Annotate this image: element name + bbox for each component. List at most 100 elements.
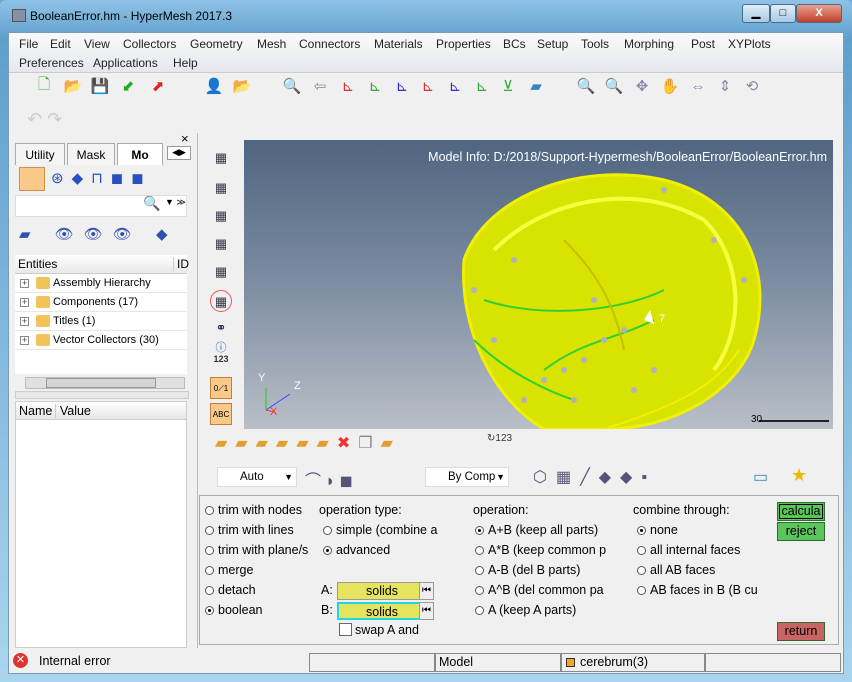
binoculars-icon[interactable]: ⚭: [210, 317, 232, 339]
menu-morphing[interactable]: Morphing: [624, 37, 674, 51]
element-color-mode-select[interactable]: By Comp ▼: [425, 467, 509, 487]
radio-combine-0[interactable]: none: [637, 523, 678, 537]
radio-button-icon[interactable]: [323, 526, 332, 535]
menu-connectors[interactable]: Connectors: [299, 37, 360, 51]
undo-redo-icons[interactable]: ↶ ↷: [27, 109, 62, 130]
mask-elements-icon[interactable]: ▦: [210, 177, 232, 199]
entity-a-reset-icon[interactable]: ⏮: [419, 582, 434, 600]
zoom-fit-icon[interactable]: 🔍: [281, 75, 303, 97]
minimize-button[interactable]: ▁: [742, 4, 770, 23]
swap-a-b-checkbox[interactable]: swap A and: [339, 623, 419, 637]
measure-icon[interactable]: 0⟋1: [210, 377, 232, 399]
radio-button-icon[interactable]: [475, 546, 484, 555]
folder-results-icon[interactable]: 📂: [231, 75, 253, 97]
radio-button-icon[interactable]: [205, 586, 214, 595]
geometry-display-mode-select[interactable]: Auto ▼: [217, 467, 297, 487]
menu-collectors[interactable]: Collectors: [123, 37, 176, 51]
radio-button-icon[interactable]: [475, 526, 484, 535]
radio-optype-1[interactable]: advanced: [323, 543, 390, 557]
menu-file[interactable]: File: [19, 37, 38, 51]
menu-geometry[interactable]: Geometry: [190, 37, 243, 51]
radio-button-icon[interactable]: [205, 566, 214, 575]
previous-view-icon[interactable]: ⇦: [309, 75, 331, 97]
menu-help[interactable]: Help: [173, 56, 198, 70]
import-icon[interactable]: ⬋: [117, 75, 139, 97]
find-attached-icon[interactable]: ▦: [210, 261, 232, 283]
view-xy-icon[interactable]: ⊾: [337, 75, 359, 97]
spin-icon[interactable]: ⟲: [741, 75, 763, 97]
zoom-window-icon[interactable]: 🔍: [603, 75, 625, 97]
tree-horizontal-scrollbar[interactable]: [25, 377, 185, 389]
menu-xyplots[interactable]: XYPlots: [728, 37, 771, 51]
radio-button-icon[interactable]: [637, 546, 646, 555]
menu-post[interactable]: Post: [691, 37, 715, 51]
label-abc-icon[interactable]: ABC: [210, 403, 232, 425]
save-icon[interactable]: 💾: [89, 75, 111, 97]
tab-model[interactable]: Mo: [117, 143, 163, 165]
panel-splitter[interactable]: [15, 391, 189, 399]
view-iso-icon[interactable]: ⊻: [497, 75, 519, 97]
tab-scroll-arrows[interactable]: ◀▶: [167, 146, 191, 160]
show-all-icon[interactable]: ▦: [210, 205, 232, 227]
radio-button-icon[interactable]: [205, 606, 214, 615]
tab-mask[interactable]: Mask: [67, 143, 115, 165]
radio-operation-4[interactable]: A (keep A parts): [475, 603, 576, 617]
model-view-icons[interactable]: ⊛◆⊓◼◼: [51, 169, 152, 187]
radio-button-icon[interactable]: [205, 546, 214, 555]
radio-button-icon[interactable]: [323, 546, 332, 555]
components-view-button[interactable]: [19, 167, 45, 191]
radio-button-icon[interactable]: [475, 606, 484, 615]
zoom-out-icon[interactable]: 🔍: [575, 75, 597, 97]
vertical-icon[interactable]: ⇕: [714, 75, 736, 97]
favorite-star-icon[interactable]: ★: [791, 465, 807, 486]
menu-view[interactable]: View: [84, 37, 110, 51]
view-zy-icon[interactable]: ⊾: [444, 75, 466, 97]
horizontal-icon[interactable]: ⇔: [687, 75, 709, 97]
menu-bcs[interactable]: BCs: [503, 37, 526, 51]
radio-detach[interactable]: detach: [205, 583, 256, 597]
menu-properties[interactable]: Properties: [436, 37, 491, 51]
rotate-icon[interactable]: ✥: [631, 75, 653, 97]
radio-button-icon[interactable]: [205, 526, 214, 535]
panel-close-icon[interactable]: ×: [181, 131, 189, 146]
tab-utility[interactable]: Utility: [15, 143, 65, 165]
isolate-icon[interactable]: ▦: [210, 290, 232, 312]
view-yz-icon[interactable]: ⊾: [471, 75, 493, 97]
calculate-button[interactable]: calcula: [777, 502, 825, 521]
tree-item-vector-collectors[interactable]: + Vector Collectors (30): [15, 331, 187, 350]
menu-applications[interactable]: Applications: [93, 56, 158, 70]
tree-item-titles[interactable]: + Titles (1): [15, 312, 187, 331]
radio-button-icon[interactable]: [475, 586, 484, 595]
radio-operation-2[interactable]: A-B (del B parts): [475, 563, 580, 577]
radio-button-icon[interactable]: [637, 566, 646, 575]
close-button[interactable]: X: [796, 4, 842, 23]
entity-a-selector[interactable]: solids: [337, 582, 427, 600]
collector-toolbar[interactable]: ▰▰▰▰▰▰✖❐▰: [215, 433, 401, 453]
geometry-style-icons[interactable]: ⌒ ◗ ◼: [305, 467, 353, 491]
entity-b-selector[interactable]: solids: [337, 602, 427, 620]
search-input[interactable]: [15, 195, 187, 217]
menu-edit[interactable]: Edit: [50, 37, 71, 51]
open-file-icon[interactable]: 📂: [62, 75, 84, 97]
radio-button-icon[interactable]: [637, 526, 646, 535]
radio-optype-0[interactable]: simple (combine a: [323, 523, 437, 537]
radio-operation-3[interactable]: A^B (del common pa: [475, 583, 604, 597]
radio-trim-with-lines[interactable]: trim with lines: [205, 523, 294, 537]
menu-tools[interactable]: Tools: [581, 37, 609, 51]
search-options-chevron-icon[interactable]: ▼ ≫: [165, 197, 186, 208]
radio-button-icon[interactable]: [637, 586, 646, 595]
radio-button-icon[interactable]: [475, 566, 484, 575]
export-icon[interactable]: ⬈: [147, 75, 169, 97]
radio-operation-0[interactable]: A+B (keep all parts): [475, 523, 598, 537]
radio-trim-with-nodes[interactable]: trim with nodes: [205, 503, 302, 517]
info-icon[interactable]: ⓘ 123: [210, 343, 232, 365]
visible-elements-icon[interactable]: ▦: [210, 147, 232, 169]
monitor-icon[interactable]: ▭: [753, 467, 768, 487]
show-elements-icon[interactable]: ▦: [210, 233, 232, 255]
status-component[interactable]: cerebrum(3): [561, 653, 705, 672]
menu-mesh[interactable]: Mesh: [257, 37, 286, 51]
maximize-button[interactable]: □: [770, 4, 796, 23]
view-zx-icon[interactable]: ⊾: [391, 75, 413, 97]
radio-button-icon[interactable]: [205, 506, 214, 515]
menu-setup[interactable]: Setup: [537, 37, 568, 51]
